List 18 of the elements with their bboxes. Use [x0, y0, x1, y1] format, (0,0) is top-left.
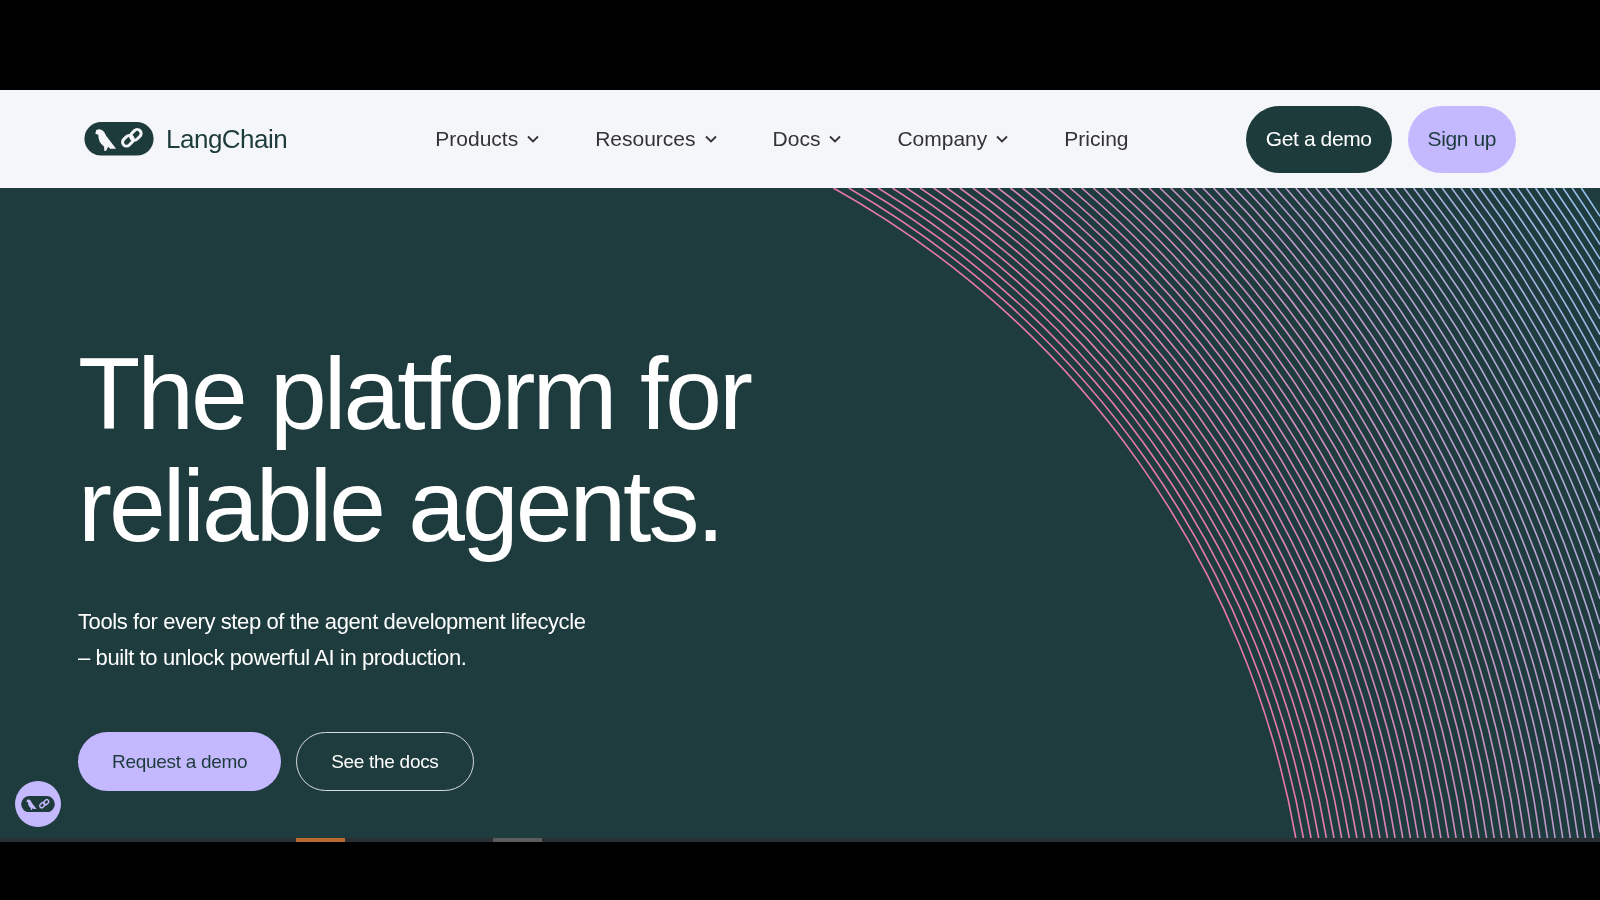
hero-heading: The platform for reliable agents.: [78, 338, 752, 562]
logo-icon: [21, 795, 55, 813]
demo-button[interactable]: Get a demo: [1245, 105, 1392, 173]
chevron-down-icon: [527, 135, 540, 143]
chevron-down-icon: [829, 135, 842, 143]
signup-button[interactable]: Sign up: [1407, 105, 1516, 173]
hero-subtitle: Tools for every step of the agent development lifecycle – built to unlock powerful AI in production.: [78, 608, 587, 672]
nav-link[interactable]: Company: [881, 127, 1025, 151]
nav-link[interactable]: Resources: [579, 127, 733, 151]
request-demo-button[interactable]: Request a demo: [78, 732, 282, 791]
chevron-down-icon: [996, 135, 1009, 143]
nav-link[interactable]: Docs: [756, 127, 858, 151]
chevron-down-icon: [704, 135, 717, 143]
logo-button[interactable]: [15, 781, 61, 827]
nav-link[interactable]: Products: [419, 127, 556, 151]
logo-icon: [84, 122, 154, 156]
nav-link[interactable]: Pricing: [1048, 127, 1145, 151]
brand-name: LangChain: [166, 123, 288, 155]
